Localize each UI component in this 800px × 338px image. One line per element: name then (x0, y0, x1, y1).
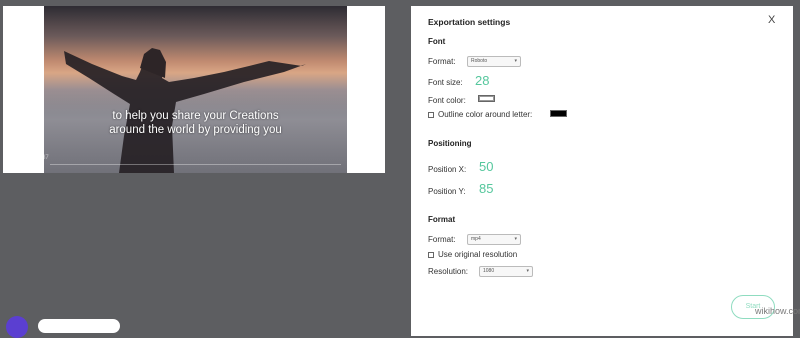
position-x-value[interactable]: 50 (479, 159, 493, 174)
font-format-value: Roboto (471, 58, 488, 64)
subtitle-text: to help you share your Creations around … (44, 109, 347, 137)
video-frame[interactable]: to help you share your Creations around … (44, 6, 347, 173)
positioning-section-heading: Positioning (428, 139, 472, 148)
subtitle-line-1: to help you share your Creations (112, 110, 279, 122)
resolution-value: 1080 (483, 268, 495, 274)
outline-checkbox[interactable] (428, 112, 434, 118)
position-y-value[interactable]: 85 (479, 181, 493, 196)
video-format-value: mp4 (471, 236, 481, 242)
video-format-select[interactable]: mp4 ▾ (467, 234, 521, 245)
bottom-chip[interactable] (38, 319, 120, 333)
watermark: wikihow.com (755, 306, 800, 316)
panel-title: Exportation settings (428, 17, 511, 27)
font-color-label: Font color: (428, 96, 466, 105)
time-display: 0:10 / 0:37 (20, 155, 49, 161)
subtitle-line-2: around the world by providing you (109, 124, 282, 136)
resolution-select[interactable]: 1080 ▾ (479, 266, 533, 277)
person-silhouette (64, 48, 306, 173)
video-player[interactable]: to help you share your Creations around … (3, 6, 385, 173)
outline-color-swatch[interactable] (550, 110, 567, 117)
original-resolution-checkbox[interactable] (428, 252, 434, 258)
chevron-down-icon: ▾ (514, 236, 517, 242)
format-section-heading: Format (428, 215, 456, 224)
font-format-label: Format: (428, 57, 456, 66)
resolution-label: Resolution: (428, 267, 469, 276)
more-options-icon[interactable]: ⋮ (370, 154, 377, 162)
original-resolution-label: Use original resolution (438, 250, 518, 259)
font-color-swatch[interactable] (478, 95, 495, 102)
font-size-value[interactable]: 28 (475, 73, 489, 88)
play-icon[interactable]: ▶ (10, 154, 15, 162)
video-format-label: Format: (428, 235, 456, 244)
avatar[interactable] (6, 316, 28, 338)
player-controls: ▶ 0:10 / 0:37 ◀) ⋮ (3, 151, 385, 165)
export-settings-panel: Exportation settings X Font Format: Robo… (411, 6, 793, 336)
font-size-label: Font size: (428, 78, 463, 87)
close-icon[interactable]: X (768, 14, 775, 26)
position-y-label: Position Y: (428, 187, 466, 196)
font-section-heading: Font (428, 37, 446, 46)
font-format-select[interactable]: Roboto ▾ (467, 56, 521, 67)
outline-label: Outline color around letter: (438, 110, 533, 119)
volume-icon[interactable]: ◀) (348, 154, 356, 162)
chevron-down-icon: ▾ (514, 58, 517, 64)
chevron-down-icon: ▾ (526, 268, 529, 274)
position-x-label: Position X: (428, 165, 467, 174)
